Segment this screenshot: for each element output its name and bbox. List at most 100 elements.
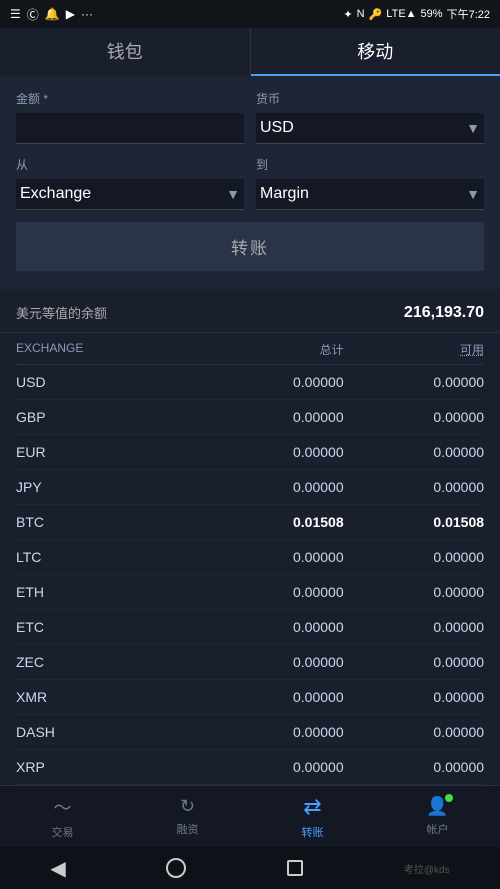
currency-select[interactable]: USD ▼: [256, 113, 484, 144]
sys-nav: ◀ 考拉@kds: [0, 847, 500, 889]
table-row: USD 0.00000 0.00000: [16, 365, 484, 400]
form-row-amount-currency: 金额 * 货币 USD ▼: [16, 90, 484, 144]
available-cell: 0.00000: [344, 689, 484, 705]
nav-item-finance[interactable]: ↻ 融资: [125, 796, 250, 837]
available-header: 可用: [344, 341, 484, 358]
currency-dropdown-arrow: ▼: [466, 120, 480, 136]
transfer-button[interactable]: 转账: [16, 222, 484, 271]
total-header: 总计: [203, 341, 343, 358]
nav-item-trade[interactable]: 〜 交易: [0, 794, 125, 840]
table-row: BTC 0.01508 0.01508: [16, 505, 484, 540]
watermark-sys: 考拉@kds: [404, 861, 450, 876]
transfer-btn-row: 转账: [16, 222, 484, 271]
total-cell: 0.00000: [203, 409, 343, 425]
total-cell: 0.00000: [203, 759, 343, 775]
from-group: 从 Exchange ▼: [16, 156, 244, 210]
currency-label: 货币: [256, 90, 484, 107]
available-cell: 0.00000: [344, 759, 484, 775]
currency-cell: XRP: [16, 759, 203, 775]
table-row: EUR 0.00000 0.00000: [16, 435, 484, 470]
key-icon: 🔑: [369, 8, 383, 21]
balance-value: 216,193.70: [404, 304, 484, 322]
tab-mobile[interactable]: 移动: [251, 28, 500, 76]
status-left-icons: ☰ Ⓒ 🔔 ▶ ···: [10, 6, 93, 23]
table-row: GBP 0.00000 0.00000: [16, 400, 484, 435]
nav-item-transfer[interactable]: ⇄ 转账: [250, 794, 375, 840]
currency-cell: USD: [16, 374, 203, 390]
total-cell: 0.01508: [203, 514, 343, 530]
total-cell: 0.00000: [203, 724, 343, 740]
currency-cell: ZEC: [16, 654, 203, 670]
amount-label: 金额 *: [16, 90, 244, 107]
table-row: ETH 0.00000 0.00000: [16, 575, 484, 610]
available-cell: 0.00000: [344, 409, 484, 425]
total-cell: 0.00000: [203, 689, 343, 705]
balance-section: 美元等值的余额 216,193.70: [0, 289, 500, 333]
from-dropdown-arrow: ▼: [226, 186, 240, 202]
currency-cell: ETH: [16, 584, 203, 600]
currency-cell: BTC: [16, 514, 203, 530]
total-cell: 0.00000: [203, 549, 343, 565]
amount-group: 金额 *: [16, 90, 244, 144]
currency-cell: XMR: [16, 689, 203, 705]
available-cell: 0.00000: [344, 549, 484, 565]
to-label: 到: [256, 156, 484, 173]
currency-value: USD: [260, 119, 294, 137]
to-select[interactable]: Margin ▼: [256, 179, 484, 210]
tab-wallet[interactable]: 钱包: [0, 28, 251, 76]
online-dot: [445, 794, 453, 802]
available-cell: 0.00000: [344, 479, 484, 495]
from-select[interactable]: Exchange ▼: [16, 179, 244, 210]
form-area: 金额 * 货币 USD ▼ 从 Exchange ▼ 到 Margin ▼: [0, 76, 500, 289]
total-cell: 0.00000: [203, 619, 343, 635]
currency-cell: GBP: [16, 409, 203, 425]
finance-icon: ↻: [180, 796, 195, 817]
to-group: 到 Margin ▼: [256, 156, 484, 210]
status-bar: ☰ Ⓒ 🔔 ▶ ··· ✦ N 🔑 LTE▲ 59% 下午7:22: [0, 0, 500, 28]
available-cell: 0.00000: [344, 724, 484, 740]
nav-label-account: 帐户: [427, 821, 449, 837]
amount-input[interactable]: [16, 113, 244, 144]
signal-icon: LTE▲: [386, 8, 416, 20]
available-cell: 0.01508: [344, 514, 484, 530]
from-value: Exchange: [20, 185, 91, 203]
bottom-nav: 〜 交易 ↻ 融资 ⇄ 转账 👤 帐户: [0, 785, 500, 847]
currency-cell: LTC: [16, 549, 203, 565]
currency-group: 货币 USD ▼: [256, 90, 484, 144]
form-row-from-to: 从 Exchange ▼ 到 Margin ▼: [16, 156, 484, 210]
to-value: Margin: [260, 185, 309, 203]
nav-label-trade: 交易: [52, 824, 74, 840]
nav-item-account[interactable]: 👤 帐户: [375, 796, 500, 837]
table-row: XRP 0.00000 0.00000: [16, 750, 484, 785]
total-cell: 0.00000: [203, 584, 343, 600]
trade-icon: 〜: [54, 794, 72, 820]
balance-label: 美元等值的余额: [16, 303, 107, 322]
table-row: ZEC 0.00000 0.00000: [16, 645, 484, 680]
available-cell: 0.00000: [344, 654, 484, 670]
dots: ···: [81, 7, 93, 21]
table-rows-container: USD 0.00000 0.00000 GBP 0.00000 0.00000 …: [16, 365, 484, 785]
play-icon: ▶: [66, 7, 75, 21]
bell-icon: 🔔: [45, 7, 60, 21]
home-button[interactable]: [166, 858, 186, 878]
currency-table: EXCHANGE 总计 可用 USD 0.00000 0.00000 GBP 0…: [0, 333, 500, 836]
recent-button[interactable]: [287, 860, 303, 876]
back-button[interactable]: ◀: [50, 856, 65, 881]
currency-cell: EUR: [16, 444, 203, 460]
currency-cell: ETC: [16, 619, 203, 635]
table-section-name: EXCHANGE: [16, 341, 203, 358]
available-cell: 0.00000: [344, 584, 484, 600]
currency-cell: JPY: [16, 479, 203, 495]
table-row: DASH 0.00000 0.00000: [16, 715, 484, 750]
available-cell: 0.00000: [344, 374, 484, 390]
app-icon: Ⓒ: [27, 6, 39, 23]
table-header: EXCHANGE 总计 可用: [16, 333, 484, 365]
bluetooth-icon: ✦: [343, 8, 352, 21]
to-dropdown-arrow: ▼: [466, 186, 480, 202]
total-cell: 0.00000: [203, 444, 343, 460]
top-tabs: 钱包 移动: [0, 28, 500, 76]
total-cell: 0.00000: [203, 479, 343, 495]
total-cell: 0.00000: [203, 654, 343, 670]
nav-label-finance: 融资: [177, 821, 199, 837]
menu-icon: ☰: [10, 7, 21, 21]
